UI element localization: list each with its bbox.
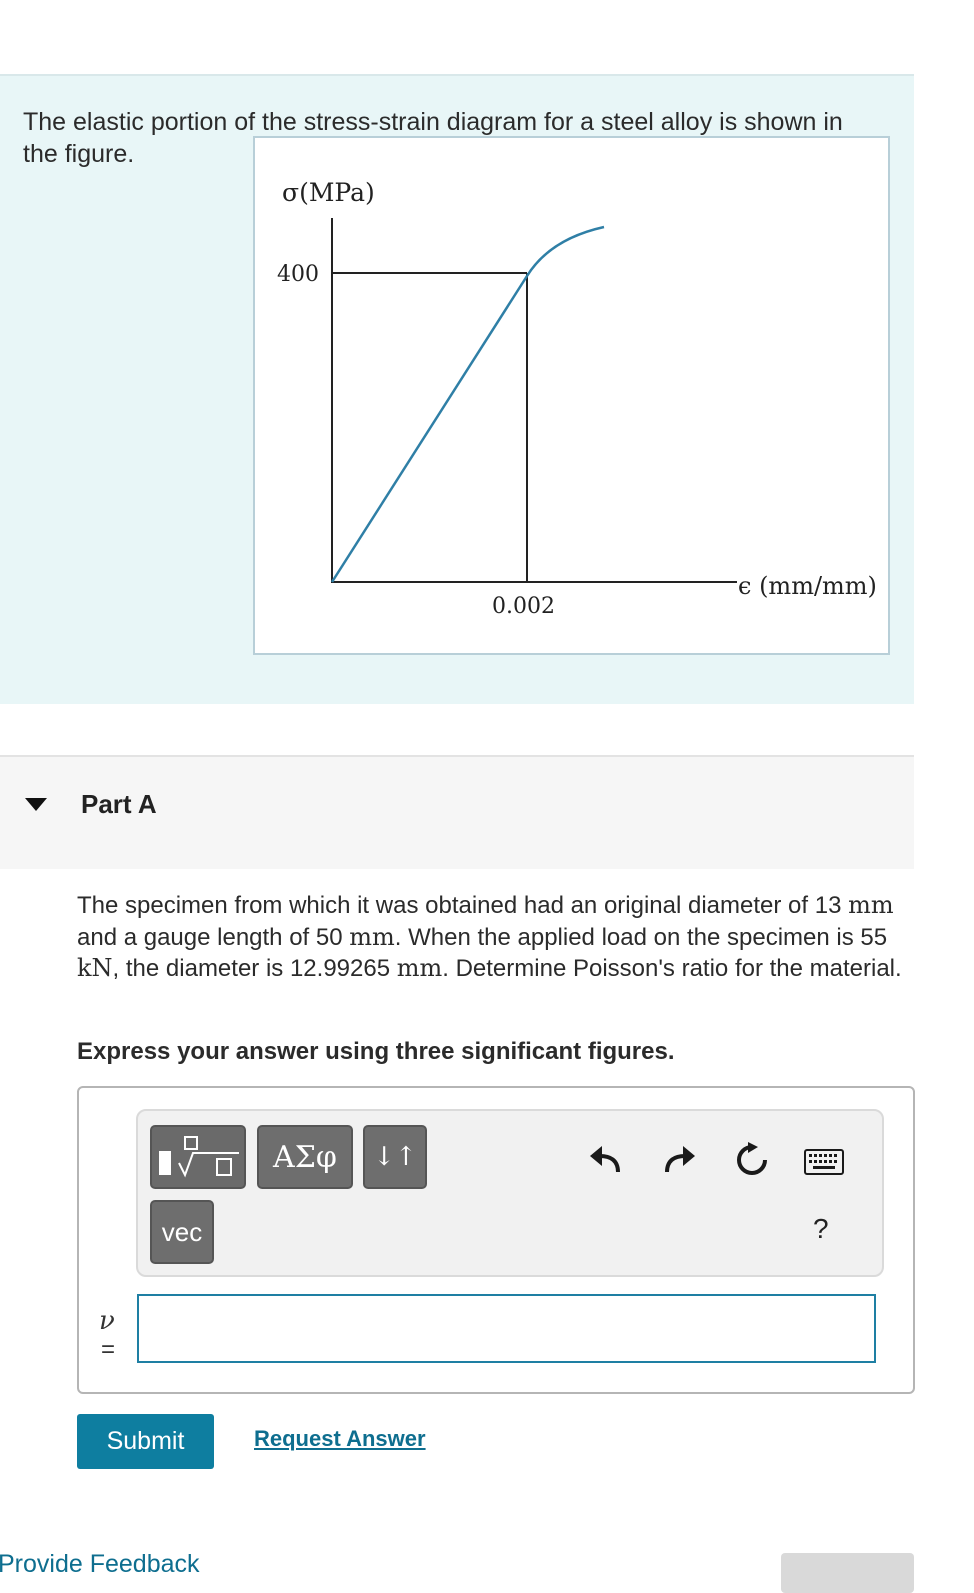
problem-intro: The elastic portion of the stress-strain… xyxy=(0,74,914,704)
y-axis-label: σ(MPa) xyxy=(282,178,375,207)
unit: mm xyxy=(349,922,395,951)
answer-box: ΑΣφ ↓↑ vec ? ν = xyxy=(77,1086,915,1394)
math-toolbar: ΑΣφ ↓↑ vec ? xyxy=(136,1109,884,1277)
help-button[interactable]: ? xyxy=(813,1213,829,1245)
vec-button[interactable]: vec xyxy=(150,1200,214,1264)
keyboard-icon[interactable] xyxy=(804,1149,844,1175)
plastic-curve xyxy=(525,225,605,277)
answer-instruction: Express your answer using three signific… xyxy=(77,1038,675,1065)
unit: mm xyxy=(396,954,443,982)
elastic-line xyxy=(330,275,529,583)
next-button[interactable] xyxy=(781,1553,914,1593)
unit: mm xyxy=(848,891,894,919)
variable-label: ν xyxy=(99,1306,115,1336)
greek-symbols-button[interactable]: ΑΣφ xyxy=(257,1125,353,1189)
part-a-header[interactable]: Part A xyxy=(0,755,914,869)
question-text: The specimen from which it was obtained … xyxy=(77,890,917,985)
unit: kN xyxy=(77,954,113,982)
stress-strain-figure: σ(MPa) 400 0.002 ϵ (mm/mm) xyxy=(253,136,890,655)
x-tick-label: 0.002 xyxy=(492,594,555,619)
provide-feedback-link[interactable]: Provide Feedback xyxy=(0,1550,200,1579)
request-answer-link[interactable]: Request Answer xyxy=(254,1426,426,1452)
y-tick-label: 400 xyxy=(277,262,319,287)
arrows-button[interactable]: ↓↑ xyxy=(363,1125,427,1189)
equals-sign: = xyxy=(101,1336,116,1363)
template-button[interactable] xyxy=(150,1125,246,1189)
reset-icon[interactable] xyxy=(734,1142,770,1178)
answer-input[interactable] xyxy=(137,1294,876,1363)
question-part: . Determine Poisson's ratio for the mate… xyxy=(442,955,902,982)
question-part: The specimen from which it was obtained … xyxy=(77,892,842,919)
collapse-caret-icon[interactable] xyxy=(25,798,47,811)
undo-icon[interactable] xyxy=(588,1144,622,1174)
question-part: . When the applied load on the specimen … xyxy=(394,923,888,951)
redo-icon[interactable] xyxy=(663,1144,697,1174)
fraction-sqrt-template-icon xyxy=(159,1136,239,1178)
question-part: and a gauge length of 50 xyxy=(77,923,350,951)
question-part: , the diameter is 12.99265 xyxy=(112,955,397,982)
stress-strain-diagram: σ(MPa) 400 0.002 ϵ (mm/mm) xyxy=(277,178,877,619)
x-axis-label: ϵ (mm/mm) xyxy=(738,572,877,600)
submit-button[interactable]: Submit xyxy=(77,1414,214,1469)
part-label: Part A xyxy=(81,789,157,819)
